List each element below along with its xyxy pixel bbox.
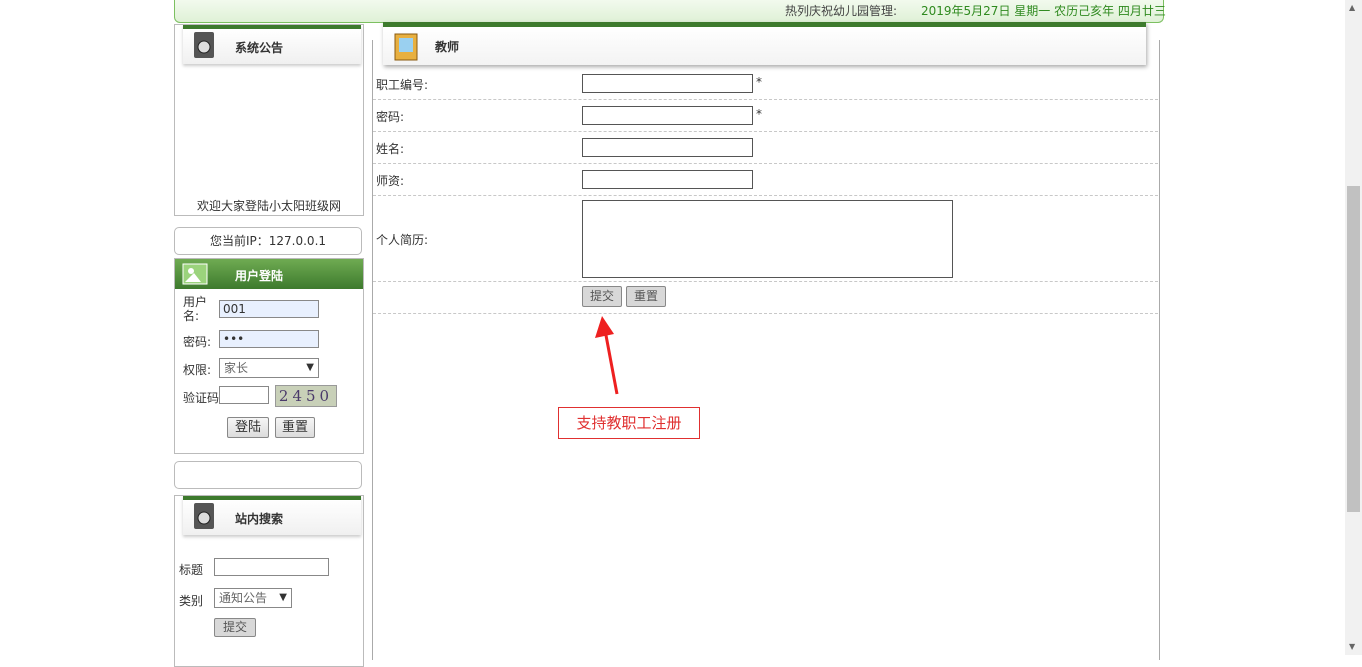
login-button[interactable]: 登陆 — [227, 417, 269, 438]
password-input[interactable]: ••• — [219, 330, 319, 348]
chevron-down-icon: ▼ — [279, 592, 287, 603]
marquee-text: 热列庆祝幼儿园管理: — [785, 4, 898, 18]
form-row-staff-id: 职工编号: * — [373, 68, 1158, 100]
form-header: 教师 — [383, 22, 1146, 65]
annotation-arrow — [595, 316, 619, 395]
password-label: 密码: — [183, 335, 212, 349]
login-panel: 用户登陆 用户名: 001 密码: ••• 权限: 家长 ▼ 验证码 2450 … — [174, 258, 364, 454]
form-password-input[interactable] — [582, 106, 753, 125]
form-row-password: 密码: * — [373, 100, 1158, 132]
login-title: 用户登陆 — [235, 269, 284, 283]
annotation-label: 支持教职工注册 — [558, 407, 700, 439]
picture-icon — [394, 33, 418, 61]
top-marquee-bar: 热列庆祝幼儿园管理: 2019年5月27日 星期一 农历己亥年 四月廿三 — [174, 0, 1166, 23]
submit-button[interactable]: 提交 — [582, 286, 622, 307]
search-title-input[interactable] — [214, 558, 329, 576]
notice-welcome: 欢迎大家登陆小太阳班级网 — [196, 199, 341, 213]
reset-button[interactable]: 重置 — [275, 417, 315, 438]
captcha-image[interactable]: 2450 — [275, 385, 337, 407]
captcha-input[interactable] — [219, 386, 269, 404]
qualification-label: 师资: — [376, 174, 405, 188]
search-panel: 站内搜索 标题 类别 通知公告 ▼ 提交 — [174, 495, 364, 667]
form-row-qualification: 师资: — [373, 164, 1158, 196]
form-row-buttons: 提交 重置 — [373, 282, 1158, 314]
notice-panel: 系统公告 欢迎大家登陆小太阳班级网 — [174, 24, 364, 216]
role-value: 家长 — [224, 361, 249, 375]
name-label: 姓名: — [376, 142, 405, 156]
username-input[interactable]: 001 — [219, 300, 319, 318]
scroll-down-icon[interactable]: ▼ — [1349, 642, 1355, 651]
photo-icon — [182, 263, 208, 285]
search-title: 站内搜索 — [235, 512, 284, 526]
scrollbar-thumb[interactable] — [1347, 186, 1360, 512]
username-label: 用户名: — [183, 295, 208, 323]
name-input[interactable] — [582, 138, 753, 157]
notice-title: 系统公告 — [235, 41, 284, 55]
scroll-up-icon[interactable]: ▲ — [1349, 3, 1355, 12]
date-text: 2019年5月27日 星期一 农历己亥年 四月廿三 — [921, 4, 1166, 18]
staff-id-label: 职工编号: — [376, 78, 429, 92]
resume-textarea[interactable] — [582, 200, 953, 278]
required-mark: * — [756, 107, 762, 121]
form-reset-button[interactable]: 重置 — [626, 286, 666, 307]
captcha-label: 验证码 — [183, 391, 220, 405]
role-label: 权限: — [183, 363, 212, 377]
empty-box — [174, 461, 362, 489]
search-header: 站内搜索 — [183, 496, 361, 535]
form-title: 教师 — [435, 40, 460, 54]
qualification-input[interactable] — [582, 170, 753, 189]
login-header: 用户登陆 — [175, 259, 363, 289]
password-label: 密码: — [376, 110, 405, 124]
search-title-label: 标题 — [179, 563, 204, 577]
washer-icon — [194, 32, 214, 58]
role-select[interactable]: 家长 ▼ — [219, 358, 319, 378]
search-category-label: 类别 — [179, 594, 204, 608]
page-scrollbar[interactable]: ▲ ▼ — [1345, 0, 1362, 655]
search-submit-button[interactable]: 提交 — [214, 618, 256, 637]
form-row-name: 姓名: — [373, 132, 1158, 164]
washer-icon — [194, 503, 214, 529]
staff-id-input[interactable] — [582, 74, 753, 93]
form-row-resume: 个人简历: — [373, 196, 1158, 282]
search-category-select[interactable]: 通知公告 ▼ — [214, 588, 292, 608]
resume-label: 个人简历: — [376, 233, 429, 247]
search-category-value: 通知公告 — [219, 591, 268, 605]
required-mark: * — [756, 75, 762, 89]
chevron-down-icon: ▼ — [306, 362, 314, 373]
notice-header: 系统公告 — [183, 25, 361, 64]
ip-display: 您当前IP：127.0.0.1 — [174, 227, 362, 255]
